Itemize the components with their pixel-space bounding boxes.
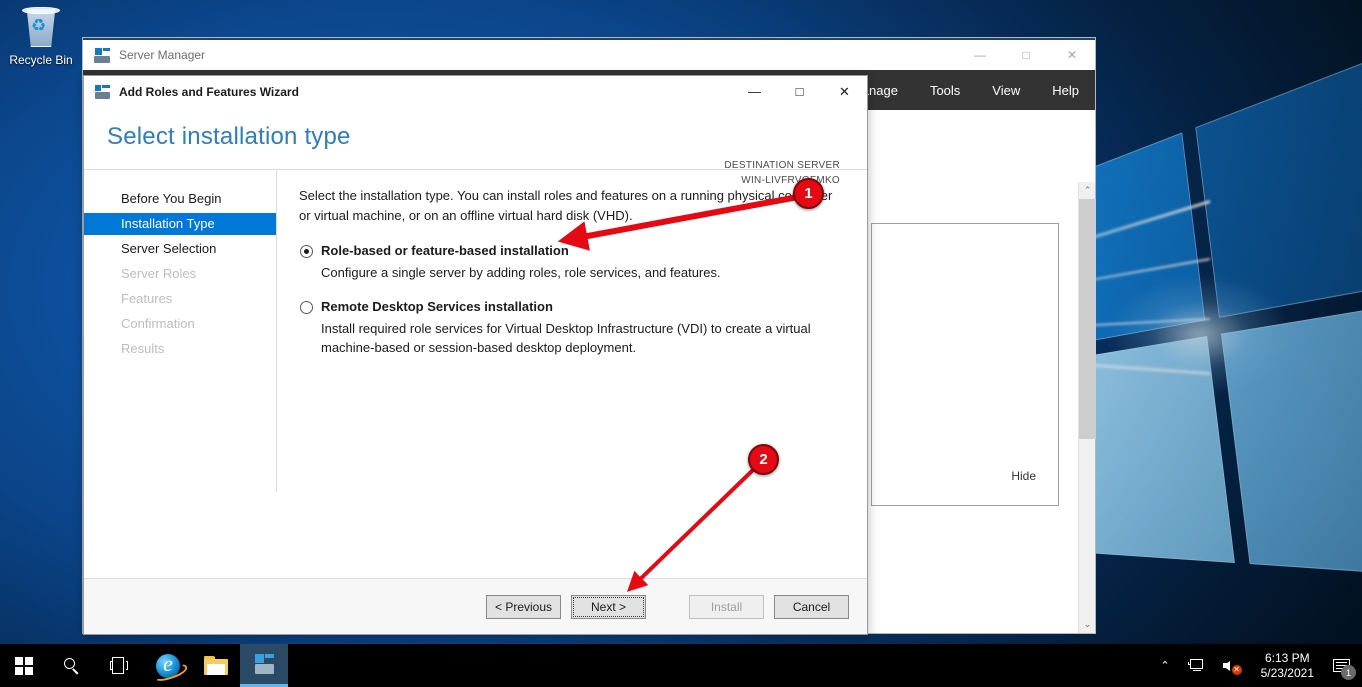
menu-item-help[interactable]: Help xyxy=(1036,83,1095,98)
network-button[interactable] xyxy=(1179,644,1214,687)
server-manager-icon xyxy=(253,654,275,674)
next-button[interactable]: Next > xyxy=(571,594,646,619)
system-tray: ⌃ ✕ 6:13 PM 5/23/2021 1 xyxy=(1151,644,1362,687)
recycle-bin-label: Recycle Bin xyxy=(9,53,73,67)
cancel-button[interactable]: Cancel xyxy=(774,594,849,619)
wizard-title: Add Roles and Features Wizard xyxy=(119,84,299,99)
notification-count-badge: 1 xyxy=(1341,665,1356,680)
option-role-based-title: Role-based or feature-based installation xyxy=(321,243,569,258)
network-icon xyxy=(1187,658,1205,673)
server-manager-welcome-panel: Hide xyxy=(871,223,1059,506)
server-manager-title: Server Manager xyxy=(119,48,206,62)
wizard-steps-nav: Before You Begin Installation Type Serve… xyxy=(84,170,277,492)
option-rds-description: Install required role services for Virtu… xyxy=(321,321,811,355)
search-button[interactable] xyxy=(48,644,96,687)
file-explorer-button[interactable] xyxy=(192,644,240,687)
wizard-titlebar[interactable]: Add Roles and Features Wizard — □ ✕ xyxy=(84,76,867,107)
desktop-icon-recycle-bin[interactable]: ♻ Recycle Bin xyxy=(4,6,78,67)
wizard-footer: < Previous Next > Install Cancel xyxy=(84,578,867,634)
radio-remote-desktop-services[interactable] xyxy=(300,301,313,314)
intro-text: Select the installation type. You can in… xyxy=(299,188,833,223)
radio-role-based-installation[interactable] xyxy=(300,245,313,258)
option-role-based-installation[interactable]: Role-based or feature-based installation… xyxy=(299,242,845,282)
wizard-minimize-button[interactable]: — xyxy=(732,76,777,107)
server-manager-taskbar-button[interactable] xyxy=(240,644,288,687)
server-manager-close-button[interactable]: ✕ xyxy=(1049,39,1095,71)
server-manager-icon xyxy=(94,47,111,63)
chevron-up-icon: ⌃ xyxy=(1160,660,1170,672)
hide-link[interactable]: Hide xyxy=(1011,469,1036,483)
page-title: Select installation type xyxy=(107,123,351,150)
option-rds-title: Remote Desktop Services installation xyxy=(321,299,553,314)
nav-item-server-selection[interactable]: Server Selection xyxy=(84,238,276,260)
nav-item-before-you-begin[interactable]: Before You Begin xyxy=(84,188,276,210)
menu-item-tools[interactable]: Tools xyxy=(914,83,976,98)
install-button: Install xyxy=(689,594,764,619)
notification-center-button[interactable]: 1 xyxy=(1324,644,1358,687)
clock[interactable]: 6:13 PM 5/23/2021 xyxy=(1251,651,1324,681)
server-manager-scrollbar[interactable]: ⌃ ⌄ xyxy=(1078,182,1096,633)
windows-logo-icon xyxy=(15,656,33,675)
show-hidden-icons-button[interactable]: ⌃ xyxy=(1151,644,1178,687)
server-manager-maximize-button[interactable]: □ xyxy=(1003,39,1049,71)
previous-button[interactable]: < Previous xyxy=(486,594,561,619)
wizard-icon xyxy=(95,84,111,99)
volume-button[interactable]: ✕ xyxy=(1214,644,1251,687)
menu-item-view[interactable]: View xyxy=(976,83,1036,98)
server-manager-titlebar[interactable]: Server Manager — □ ✕ xyxy=(83,38,1095,70)
volume-muted-icon: ✕ xyxy=(1222,658,1242,675)
nav-item-confirmation: Confirmation xyxy=(121,316,195,331)
search-icon xyxy=(63,657,81,675)
option-role-based-description: Configure a single server by adding role… xyxy=(321,265,721,280)
task-view-button[interactable] xyxy=(96,644,144,687)
clock-time: 6:13 PM xyxy=(1264,650,1310,665)
wizard-header: Select installation type DESTINATION SER… xyxy=(84,107,867,186)
scroll-down-icon[interactable]: ⌄ xyxy=(1079,616,1096,633)
nav-item-server-roles: Server Roles xyxy=(121,266,197,281)
nav-item-results: Results xyxy=(121,341,165,356)
wizard-content: Select the installation type. You can in… xyxy=(277,170,867,578)
scroll-up-icon[interactable]: ⌃ xyxy=(1079,182,1096,199)
recycle-bin-icon: ♻ xyxy=(18,6,64,50)
wizard-close-button[interactable]: ✕ xyxy=(822,76,867,107)
task-view-icon xyxy=(110,657,130,674)
wizard-maximize-button[interactable]: □ xyxy=(777,76,822,107)
start-button[interactable] xyxy=(0,644,48,687)
scrollbar-thumb[interactable] xyxy=(1079,199,1096,439)
internet-explorer-icon xyxy=(156,651,180,678)
folder-icon xyxy=(204,656,228,675)
add-roles-and-features-wizard-dialog: Add Roles and Features Wizard — □ ✕ Sele… xyxy=(83,75,868,635)
internet-explorer-button[interactable] xyxy=(144,644,192,687)
clock-date: 5/23/2021 xyxy=(1260,665,1314,680)
taskbar: ⌃ ✕ 6:13 PM 5/23/2021 1 xyxy=(0,644,1362,687)
wizard-main: Before You Begin Installation Type Serve… xyxy=(84,170,867,578)
option-remote-desktop-services-installation[interactable]: Remote Desktop Services installation Ins… xyxy=(299,298,845,357)
nav-item-features: Features xyxy=(121,291,173,306)
server-manager-minimize-button[interactable]: — xyxy=(957,39,1003,71)
nav-item-installation-type[interactable]: Installation Type xyxy=(84,213,276,235)
